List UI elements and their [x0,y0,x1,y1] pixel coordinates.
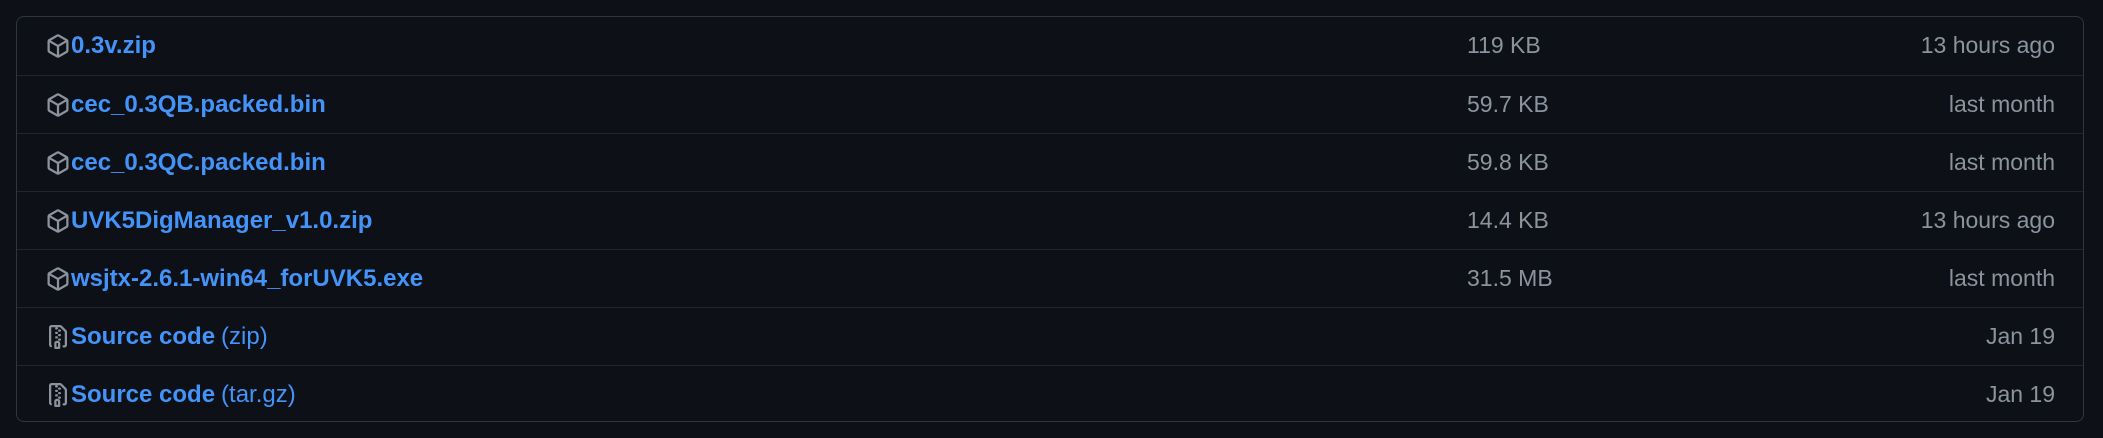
asset-link-group[interactable]: Source code (zip) [45,308,268,365]
asset-row: UVK5DigManager_v1.0.zip 14.4 KB 13 hours… [17,191,2083,249]
asset-link-group[interactable]: cec_0.3QC.packed.bin [45,134,326,191]
file-zip-icon [45,324,71,350]
asset-row: 0.3v.zip 119 KB 13 hours ago [17,17,2083,75]
asset-row: Source code (tar.gz) Jan 19 [17,365,2083,421]
package-icon [45,266,71,292]
asset-row: cec_0.3QB.packed.bin 59.7 KB last month [17,75,2083,133]
asset-name-link[interactable]: cec_0.3QC.packed.bin [71,149,326,177]
asset-format-suffix[interactable]: (tar.gz) [221,381,296,409]
asset-link-group[interactable]: wsjtx-2.6.1-win64_forUVK5.exe [45,250,423,307]
asset-date: 13 hours ago [1920,32,2055,58]
asset-date: last month [1948,149,2055,175]
asset-name-link[interactable]: 0.3v.zip [71,32,156,60]
package-icon [45,92,71,118]
asset-size: 59.7 KB [1467,91,1549,117]
package-icon [45,150,71,176]
asset-name-link[interactable]: cec_0.3QB.packed.bin [71,91,326,119]
asset-name-link[interactable]: Source code [71,381,215,409]
asset-date: last month [1948,91,2055,117]
asset-link-group[interactable]: Source code (tar.gz) [45,366,296,421]
package-icon [45,33,71,59]
asset-size: 14.4 KB [1467,207,1549,233]
asset-row: cec_0.3QC.packed.bin 59.8 KB last month [17,133,2083,191]
asset-date: Jan 19 [1985,381,2055,407]
asset-row: Source code (zip) Jan 19 [17,307,2083,365]
asset-name-link[interactable]: wsjtx-2.6.1-win64_forUVK5.exe [71,265,423,293]
release-assets-list: 0.3v.zip 119 KB 13 hours ago cec_0.3QB.p… [16,16,2084,422]
asset-date: Jan 19 [1985,323,2055,349]
asset-size: 59.8 KB [1467,149,1549,175]
asset-name-link[interactable]: Source code [71,323,215,351]
asset-format-suffix[interactable]: (zip) [221,323,268,351]
asset-date: 13 hours ago [1920,207,2055,233]
asset-name-link[interactable]: UVK5DigManager_v1.0.zip [71,207,372,235]
asset-size: 119 KB [1467,32,1541,58]
asset-link-group[interactable]: 0.3v.zip [45,17,156,74]
package-icon [45,208,71,234]
file-zip-icon [45,382,71,408]
asset-link-group[interactable]: cec_0.3QB.packed.bin [45,76,326,133]
asset-size: 31.5 MB [1467,265,1553,291]
asset-link-group[interactable]: UVK5DigManager_v1.0.zip [45,192,372,249]
asset-date: last month [1948,265,2055,291]
asset-row: wsjtx-2.6.1-win64_forUVK5.exe 31.5 MB la… [17,249,2083,307]
